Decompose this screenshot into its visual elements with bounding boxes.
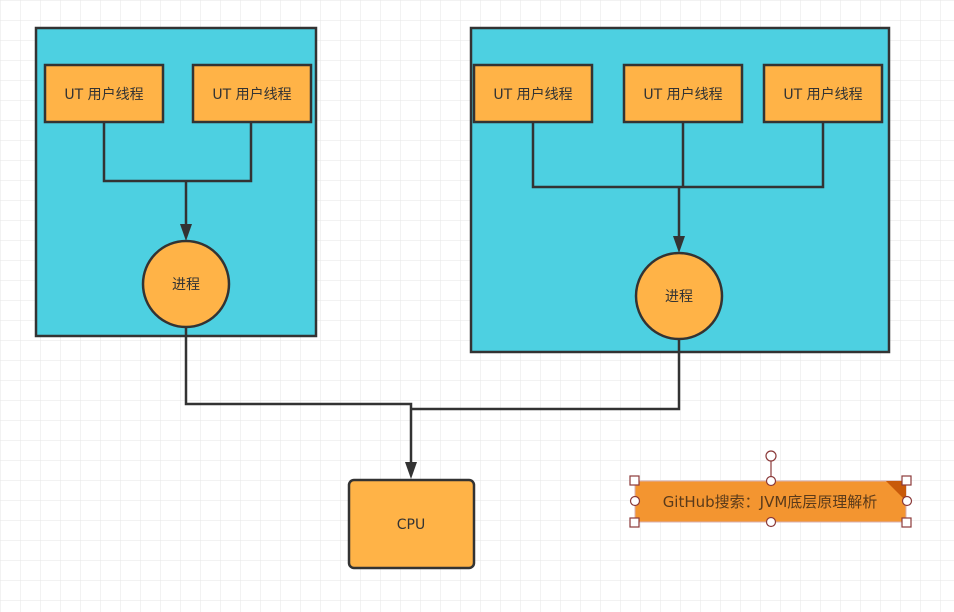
resize-handle[interactable]: [901, 495, 913, 507]
resize-handle[interactable]: [901, 475, 912, 486]
rotate-handle[interactable]: [765, 450, 777, 462]
note-text: GitHub搜索：JVM底层原理解析: [663, 493, 878, 511]
thread-label: UT 用户线程: [783, 86, 862, 103]
diagram-canvas[interactable]: UT 用户线程 UT 用户线程 进程 UT 用户线程 UT 用户线程 UT 用户…: [0, 0, 954, 612]
resize-handle[interactable]: [901, 517, 912, 528]
process-label: 进程: [172, 277, 200, 293]
right-thread-node[interactable]: UT 用户线程: [762, 63, 884, 124]
right-process-node[interactable]: 进程: [634, 251, 724, 341]
resize-handle[interactable]: [629, 517, 640, 528]
left-process-node[interactable]: 进程: [141, 239, 231, 329]
resize-handle[interactable]: [765, 516, 777, 528]
left-thread-node[interactable]: UT 用户线程: [43, 63, 165, 124]
resize-handle[interactable]: [765, 475, 777, 487]
right-thread-node[interactable]: UT 用户线程: [622, 63, 744, 124]
resize-handle[interactable]: [629, 475, 640, 486]
process-label: 进程: [665, 289, 693, 305]
cpu-label: CPU: [397, 517, 425, 533]
thread-label: UT 用户线程: [643, 86, 722, 103]
resize-handle[interactable]: [629, 495, 641, 507]
left-thread-node[interactable]: UT 用户线程: [191, 63, 313, 124]
thread-label: UT 用户线程: [64, 86, 143, 103]
right-thread-node[interactable]: UT 用户线程: [472, 63, 594, 124]
thread-label: UT 用户线程: [493, 86, 572, 103]
cpu-node[interactable]: CPU: [347, 478, 476, 570]
note-shape[interactable]: GitHub搜索：JVM底层原理解析: [634, 480, 907, 523]
thread-label: UT 用户线程: [212, 86, 291, 103]
